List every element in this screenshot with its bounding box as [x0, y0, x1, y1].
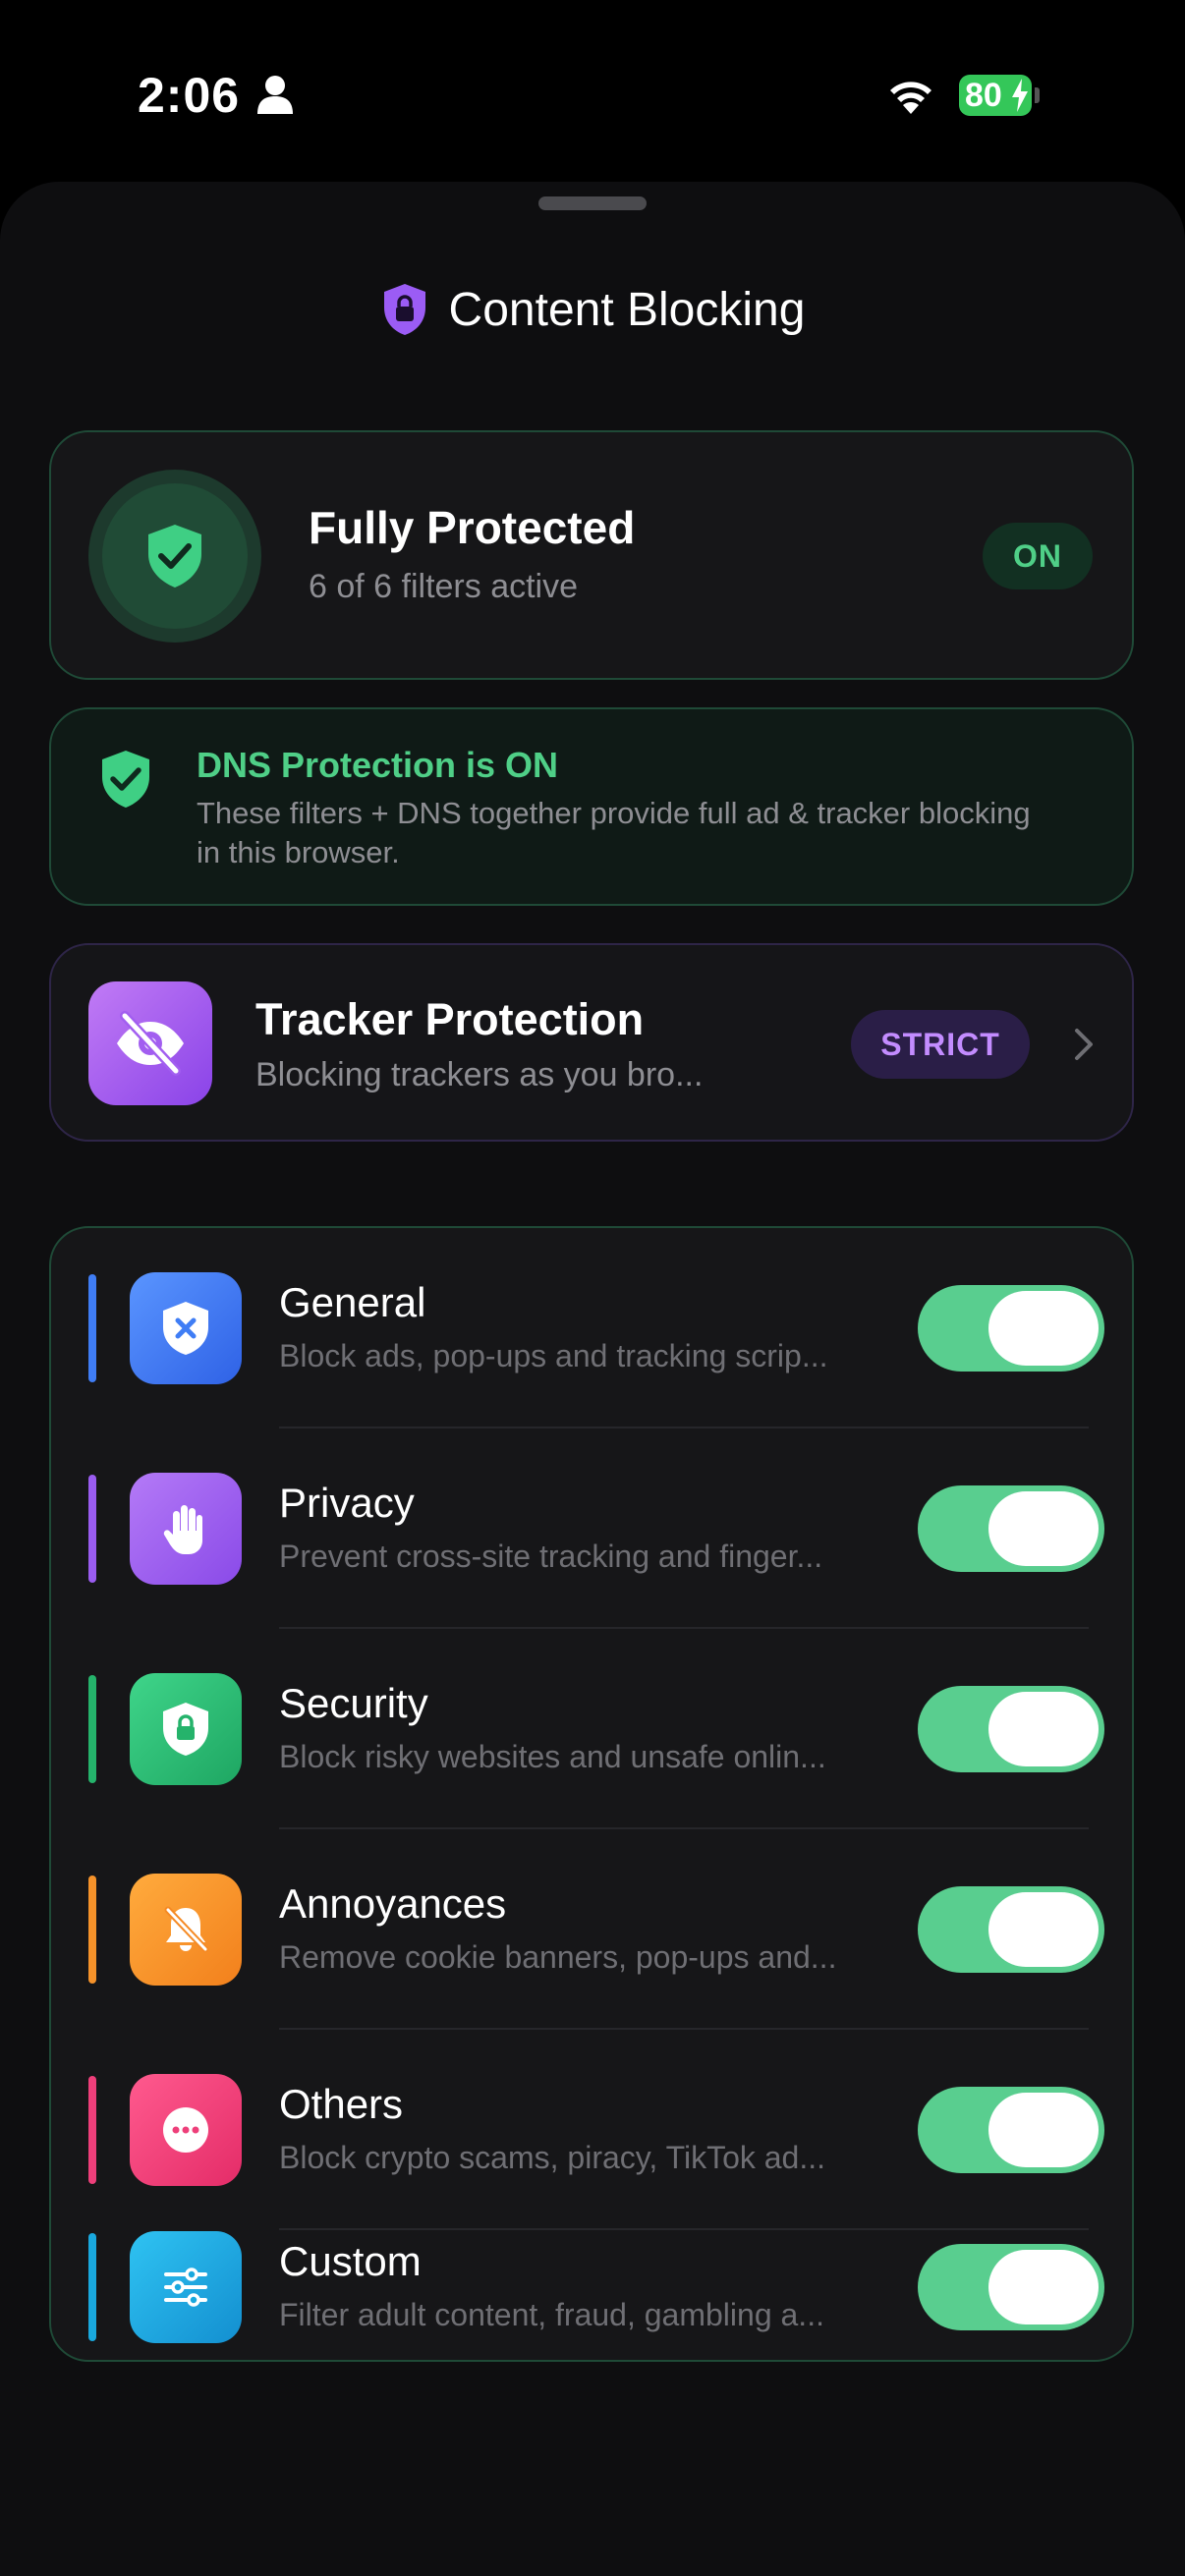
filter-accent — [88, 1274, 96, 1382]
person-icon — [257, 76, 293, 114]
filter-description: Block ads, pop-ups and tracking scrip... — [279, 1338, 828, 1373]
shield-check-icon — [148, 525, 201, 588]
filter-icon-tile — [130, 1272, 242, 1384]
filter-row-others: Others Block crypto scams, piracy, TikTo… — [51, 2030, 1132, 2230]
tracker-subtitle: Blocking trackers as you bro... — [255, 1056, 704, 1093]
bell-slash-icon — [164, 1906, 209, 1953]
status-badge: ON — [983, 523, 1093, 589]
filter-toggle-others[interactable] — [918, 2087, 1104, 2173]
page-title: Content Blocking — [448, 283, 806, 336]
tracker-title: Tracker Protection — [255, 994, 645, 1044]
tracker-mode-badge: STRICT — [851, 1010, 1030, 1079]
filter-toggle-general[interactable] — [918, 1285, 1104, 1372]
filter-description: Prevent cross-site tracking and finger..… — [279, 1539, 823, 1574]
filter-row-security: Security Block risky websites and unsafe… — [51, 1629, 1132, 1829]
filter-name: Security — [279, 1680, 428, 1726]
sheet-grabber[interactable] — [538, 196, 647, 210]
filter-icon-tile — [130, 2231, 242, 2343]
protection-subtitle: 6 of 6 filters active — [309, 568, 579, 605]
filter-icon-tile — [130, 1673, 242, 1785]
filter-row-annoyances: Annoyances Remove cookie banners, pop-up… — [51, 1829, 1132, 2030]
status-bar: 2:06 80 — [0, 0, 1185, 187]
filter-toggle-custom[interactable] — [918, 2244, 1104, 2330]
shield-lock-icon — [383, 284, 425, 335]
sliders-icon — [164, 2268, 207, 2307]
status-time: 2:06 — [138, 68, 241, 123]
filter-toggle-security[interactable] — [918, 1686, 1104, 1772]
filter-accent — [88, 2233, 96, 2341]
filter-row-privacy: Privacy Prevent cross-site tracking and … — [51, 1428, 1132, 1629]
shield-x-icon — [163, 1302, 208, 1355]
content-blocking-sheet: Content Blocking Fully Protected 6 of 6 … — [0, 182, 1185, 2576]
dns-protection-card: DNS Protection is ON These filters + DNS… — [49, 707, 1134, 906]
dns-description: These filters + DNS together provide ful… — [197, 796, 1031, 869]
tracker-icon-tile — [88, 981, 212, 1105]
hand-icon — [163, 1505, 202, 1554]
filter-accent — [88, 2076, 96, 2184]
filter-row-general: General Block ads, pop-ups and tracking … — [51, 1228, 1132, 1428]
filter-icon-tile — [130, 1473, 242, 1585]
tracker-protection-row[interactable]: Tracker Protection Blocking trackers as … — [49, 943, 1134, 1142]
battery-level: 80 — [965, 77, 1002, 114]
filter-toggle-annoyances[interactable] — [918, 1886, 1104, 1973]
filter-accent — [88, 1876, 96, 1984]
dns-title: DNS Protection is ON — [197, 745, 559, 785]
filter-name: Annoyances — [279, 1880, 507, 1927]
filter-accent — [88, 1675, 96, 1783]
protection-status-card: Fully Protected 6 of 6 filters active ON — [49, 430, 1134, 680]
filter-name: General — [279, 1279, 426, 1325]
protection-shield — [88, 470, 261, 643]
filter-accent — [88, 1475, 96, 1583]
sheet-header: Content Blocking — [0, 270, 1185, 349]
filter-icon-tile — [130, 1874, 242, 1986]
filter-description: Remove cookie banners, pop-ups and... — [279, 1939, 837, 1975]
charging-bolt-icon — [1012, 79, 1028, 112]
ellipsis-icon — [163, 2107, 208, 2153]
chevron-right-icon — [1075, 1029, 1093, 1060]
filter-description: Filter adult content, fraud, gambling a.… — [279, 2297, 824, 2332]
filter-name: Custom — [279, 2238, 422, 2284]
shield-check-icon — [102, 751, 149, 808]
filter-description: Block crypto scams, piracy, TikTok ad... — [279, 2140, 826, 2175]
filter-name: Privacy — [279, 1480, 415, 1526]
filter-description: Block risky websites and unsafe onlin... — [279, 1739, 826, 1774]
shield-lock-icon — [163, 1703, 208, 1756]
filter-icon-tile — [130, 2074, 242, 2186]
filter-row-custom: Custom Filter adult content, fraud, gamb… — [51, 2230, 1132, 2362]
protection-title: Fully Protected — [309, 502, 636, 553]
eye-slash-icon — [117, 1011, 184, 1076]
battery-indicator: 80 — [959, 75, 1032, 116]
filters-list: General Block ads, pop-ups and tracking … — [49, 1226, 1134, 2362]
filter-toggle-privacy[interactable] — [918, 1485, 1104, 1572]
wifi-icon — [890, 82, 931, 114]
filter-name: Others — [279, 2081, 404, 2127]
battery-tip — [1035, 87, 1040, 103]
